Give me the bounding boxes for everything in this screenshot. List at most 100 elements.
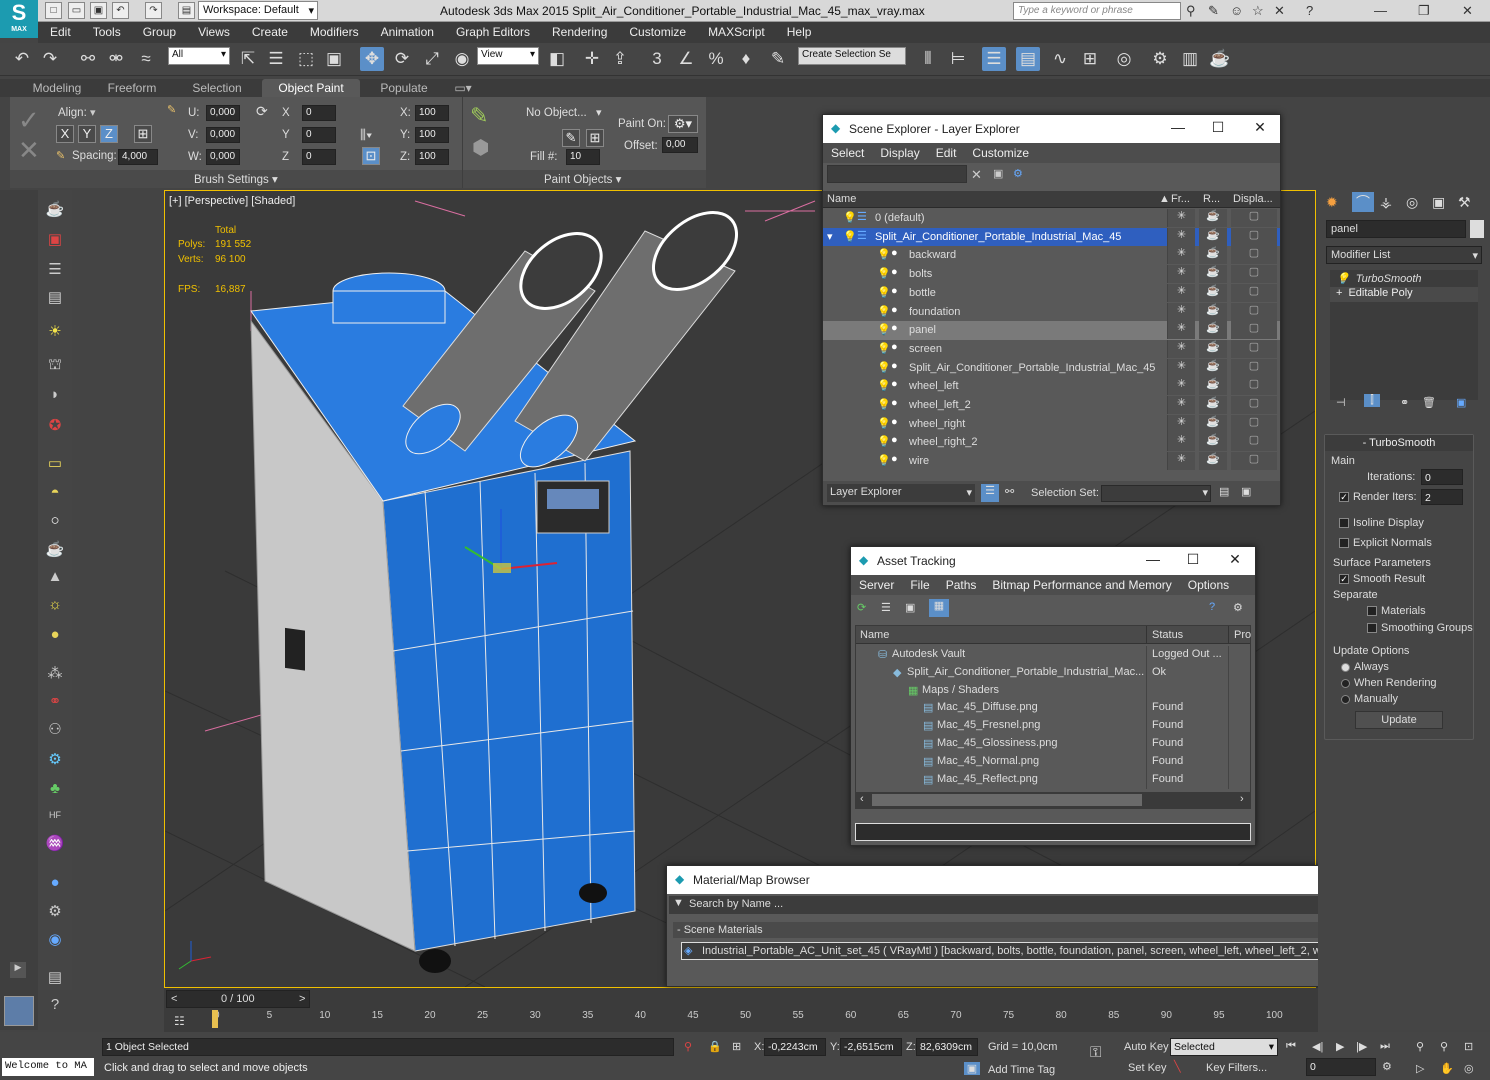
object-name-input[interactable]: panel: [1326, 220, 1466, 238]
check-icon[interactable]: ✓: [18, 105, 40, 136]
display-mode-icon[interactable]: ▢: [1231, 227, 1277, 246]
redo-icon[interactable]: ↷: [38, 47, 62, 71]
find-icon[interactable]: ▣: [993, 167, 1003, 180]
undo-icon[interactable]: ↶: [112, 2, 129, 19]
menu-server[interactable]: Server: [851, 575, 902, 595]
scale-z-input[interactable]: 100: [415, 149, 449, 165]
render-settings-icon[interactable]: ⚙: [44, 902, 66, 924]
pin-stack-icon[interactable]: ⊣: [1336, 396, 1346, 409]
freeze-icon[interactable]: ✳: [1167, 283, 1195, 302]
isolate-icon[interactable]: ⚲: [684, 1040, 692, 1053]
render-production-icon[interactable]: ☕: [1208, 47, 1232, 71]
w-input[interactable]: 0,000: [206, 149, 240, 165]
render-iters-checkbox[interactable]: ✓ Render Iters:: [1339, 491, 1417, 503]
material-editor-icon[interactable]: ◎: [1112, 47, 1136, 71]
pivot-center-icon[interactable]: ◧: [545, 47, 569, 71]
binoculars-icon[interactable]: ⚲: [1186, 3, 1196, 19]
tab-modeling[interactable]: Modeling: [22, 79, 92, 97]
filter-icon[interactable]: ⚙: [1013, 167, 1023, 180]
hair-icon[interactable]: ♒: [44, 834, 66, 856]
key-icon[interactable]: ⚿: [1090, 1044, 1101, 1061]
smooth-result-checkbox[interactable]: ✓ Smooth Result: [1339, 573, 1425, 585]
display-mode-icon[interactable]: ▢: [1231, 452, 1277, 471]
thumbnail-view-icon[interactable]: ▣: [905, 601, 915, 614]
snaps-toggle-icon[interactable]: 3: [645, 47, 669, 71]
window-crossing-icon[interactable]: ▣: [322, 47, 346, 71]
scene-row[interactable]: 💡 ● wire ✳ ☕ ▢: [823, 452, 1280, 471]
freeze-icon[interactable]: ✳: [1167, 209, 1195, 227]
scene-row[interactable]: 💡 ● screen ✳ ☕ ▢: [823, 339, 1280, 359]
previous-frame-icon[interactable]: ◀|: [1312, 1040, 1323, 1053]
close-icon[interactable]: ✕: [1250, 119, 1270, 136]
visibility-bulb-icon[interactable]: 💡: [877, 248, 891, 261]
visibility-bulb-icon[interactable]: 💡: [877, 342, 891, 355]
visibility-bulb-icon[interactable]: 💡: [843, 211, 857, 224]
user-icon[interactable]: ☺: [1230, 3, 1243, 18]
angle-snap-icon[interactable]: ∠: [674, 47, 698, 71]
menu-file[interactable]: File: [902, 575, 937, 595]
selection-lock-icon[interactable]: 🔒: [708, 1040, 722, 1053]
axis-y-button[interactable]: Y: [78, 125, 96, 143]
scene-explorer-icon[interactable]: ▤: [1016, 47, 1040, 71]
freeze-icon[interactable]: ✳: [1167, 339, 1195, 358]
add-selection-set-icon[interactable]: ▤: [1219, 485, 1229, 498]
workspace-dropdown[interactable]: Workspace: Default ▾: [198, 1, 318, 20]
col-freeze[interactable]: Fr...: [1171, 193, 1190, 205]
menu-animation[interactable]: Animation: [369, 22, 444, 39]
u-input[interactable]: 0,000: [206, 105, 240, 121]
freeze-icon[interactable]: ✳: [1167, 358, 1195, 377]
menu-modifiers[interactable]: Modifiers: [298, 22, 369, 39]
visibility-bulb-icon[interactable]: 💡: [877, 361, 891, 374]
select-and-move-icon[interactable]: ✥: [360, 47, 384, 71]
visibility-bulb-icon[interactable]: 💡: [877, 286, 891, 299]
x-rot-input[interactable]: 0: [302, 105, 336, 121]
col-render[interactable]: R...: [1203, 193, 1220, 205]
cone-icon[interactable]: ▲: [44, 568, 66, 590]
freeze-icon[interactable]: ✳: [1167, 414, 1195, 433]
select-and-scale-icon[interactable]: ⤢: [420, 47, 444, 71]
menu-group[interactable]: Group: [131, 22, 186, 39]
link-icon[interactable]: ⚯: [76, 47, 100, 71]
select-object-icon[interactable]: ⇱: [236, 47, 260, 71]
smoothing-groups-checkbox[interactable]: Smoothing Groups: [1367, 622, 1473, 634]
sphere-icon[interactable]: ○: [44, 512, 66, 534]
paint-objects-label[interactable]: Paint Objects ▾: [544, 172, 621, 186]
camera-icon[interactable]: ⛫: [44, 356, 66, 378]
go-to-start-icon[interactable]: ⏮: [1286, 1040, 1296, 1053]
selection-filter-dropdown[interactable]: All ▾: [168, 47, 230, 65]
minimize-icon[interactable]: —: [1143, 551, 1163, 567]
auto-key-button[interactable]: Auto Key: [1124, 1041, 1169, 1053]
edit-named-sets-icon[interactable]: ✎: [766, 47, 790, 71]
display-mode-icon[interactable]: ▢: [1231, 396, 1277, 414]
freeze-icon[interactable]: ✳: [1167, 227, 1195, 246]
scroll-right-icon[interactable]: ›: [1240, 793, 1244, 805]
asset-row[interactable]: ▤ Mac_45_Glossiness.png Found: [856, 735, 1250, 754]
asset-tracking-window[interactable]: ◆ Asset Tracking — ☐ ✕ Server File Paths Bi…: [850, 546, 1256, 846]
key-mode-dropdown[interactable]: Selected ▾: [1170, 1038, 1278, 1056]
offset-input[interactable]: 0,00: [662, 137, 698, 153]
manipulate-icon[interactable]: ✛: [580, 47, 604, 71]
scene-row[interactable]: 💡 ● wheel_right ✳ ☕ ▢: [823, 414, 1280, 434]
particles-icon[interactable]: ⁂: [44, 664, 66, 686]
rotate-icon[interactable]: ⟳: [256, 103, 268, 120]
show-end-result-icon[interactable]: ⫿: [1364, 394, 1380, 407]
align-dropdown-icon[interactable]: ▾: [90, 106, 96, 119]
visibility-bulb-icon[interactable]: 💡: [877, 398, 891, 411]
display-mode-icon[interactable]: ▢: [1231, 265, 1277, 284]
maximize-icon[interactable]: ☐: [1183, 551, 1203, 568]
horizontal-scrollbar[interactable]: ‹ ›: [856, 792, 1250, 808]
col-status[interactable]: Status: [1152, 629, 1183, 641]
mini-curve-editor-icon[interactable]: ☷: [174, 1014, 185, 1028]
display-mode-icon[interactable]: ▢: [1231, 302, 1277, 321]
expand-icon[interactable]: +: [1330, 287, 1348, 299]
freeze-icon[interactable]: ✳: [1167, 377, 1195, 396]
list-icon[interactable]: ☰: [44, 260, 66, 282]
teapot-icon[interactable]: ☕: [44, 200, 66, 222]
open-file-icon[interactable]: ▭: [68, 2, 85, 19]
menu-edit[interactable]: Edit: [928, 143, 965, 163]
schematic-view-icon[interactable]: ⊞: [1078, 47, 1102, 71]
utility-icon[interactable]: ▤: [44, 968, 66, 990]
remove-selection-set-icon[interactable]: ▣: [1241, 485, 1251, 498]
menu-graph-editors[interactable]: Graph Editors: [444, 22, 540, 39]
undo-icon[interactable]: ↶: [10, 47, 34, 71]
